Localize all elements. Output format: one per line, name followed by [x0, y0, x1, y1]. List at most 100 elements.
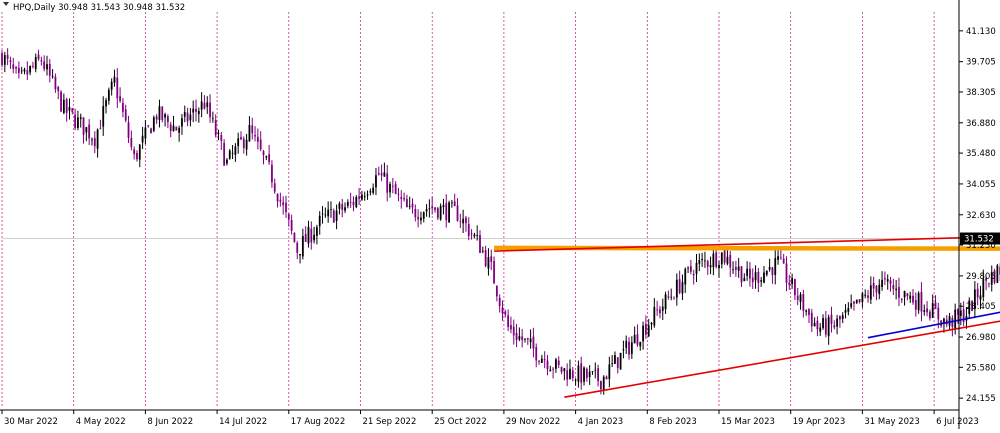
candle-body [661, 306, 664, 311]
candle-body [15, 67, 17, 69]
candle-body [889, 280, 892, 284]
candle-body [813, 322, 816, 327]
candle-body [178, 127, 181, 133]
candle-body [91, 139, 93, 141]
candle-body [898, 287, 900, 298]
candle-body [293, 232, 296, 242]
candle-body [614, 355, 616, 364]
candle-body [397, 193, 400, 195]
candle-body [664, 294, 667, 310]
candle-body [892, 285, 895, 289]
candle-body [495, 285, 498, 297]
candle-body [282, 202, 285, 206]
candle-body [692, 273, 695, 276]
lower-support-line[interactable] [564, 277, 1000, 398]
grid-layer [1, 12, 935, 408]
candle-body [490, 256, 493, 262]
candle-body [855, 299, 858, 303]
price-chart[interactable]: 41.130 39.705 38.305 36.880 35.480 34.055 32.6… [0, 0, 1000, 429]
candle-body [48, 64, 51, 76]
candle-body [996, 265, 999, 283]
candle-body [751, 277, 754, 283]
candle-body [462, 218, 465, 224]
candle-body [279, 199, 282, 202]
candle-body [144, 127, 147, 139]
candle-body [740, 266, 743, 283]
candle-body [549, 369, 552, 372]
candle-body [330, 209, 332, 210]
candle-body [271, 164, 273, 183]
candle-body [9, 60, 12, 63]
candle-body [484, 250, 487, 267]
candle-body [254, 135, 256, 137]
candle-body [391, 185, 394, 187]
candle-body [822, 318, 824, 328]
candle-body [344, 207, 346, 211]
candle-body [583, 367, 585, 382]
candle-body [220, 135, 223, 141]
candle-body [234, 146, 237, 155]
candle-body [183, 112, 186, 117]
candle-body [678, 279, 681, 293]
candle-body [107, 89, 110, 101]
candle-body [186, 112, 189, 122]
candle-body [43, 61, 46, 70]
candles [1, 48, 1000, 395]
candle-body [175, 126, 178, 131]
candle-body [420, 217, 422, 221]
candle-body [439, 206, 442, 220]
candle-body [704, 260, 706, 262]
x-tick-label: 4 May 2022 [76, 417, 126, 427]
candle-body [934, 302, 937, 310]
candle-body [616, 357, 619, 368]
candle-body [358, 196, 360, 199]
candle-body [836, 318, 838, 327]
candle-body [493, 260, 495, 284]
candle-body [375, 175, 377, 188]
candle-body [760, 280, 763, 282]
time-axis[interactable]: 30 Mar 2022 4 May 2022 8 Jun 2022 14 Jul 20… [1, 410, 979, 427]
price-axis[interactable]: 41.130 39.705 38.305 36.880 35.480 34.055 32.6… [959, 27, 996, 404]
candle-body [138, 144, 141, 160]
candle-body [51, 75, 54, 77]
candle-body [976, 288, 979, 298]
candle-body [467, 223, 470, 237]
candle-body [869, 285, 872, 300]
candle-body [211, 118, 214, 120]
candle-body [875, 286, 878, 293]
x-tick-label: 6 Jul 2023 [936, 417, 979, 427]
candle-body [450, 202, 453, 204]
y-tick-label: 38.305 [966, 88, 996, 98]
candle-body [414, 208, 417, 218]
candle-body [456, 205, 459, 221]
candle-body [552, 368, 555, 370]
candle-body [6, 54, 9, 59]
candle-body [161, 106, 164, 121]
candle-body [979, 295, 982, 300]
candle-body [203, 102, 206, 109]
candle-body [847, 307, 850, 312]
chart-canvas[interactable]: 41.130 39.705 38.305 36.880 35.480 34.055 32.6… [0, 0, 1000, 429]
candle-body [555, 359, 557, 369]
candle-body [307, 226, 310, 244]
candle-body [709, 265, 712, 268]
x-tick-label: 17 Aug 2022 [291, 417, 345, 427]
x-tick-label: 31 May 2023 [864, 417, 919, 427]
candle-body [521, 336, 524, 341]
candle-body [546, 360, 549, 370]
candle-body [32, 65, 34, 67]
candle-body [77, 117, 79, 128]
x-tick-label: 14 Jul 2022 [219, 417, 267, 427]
candle-body [656, 309, 659, 311]
candle-body [642, 325, 644, 342]
candle-body [580, 363, 583, 383]
candle-body [841, 315, 844, 319]
candle-body [268, 154, 271, 163]
candle-body [296, 242, 299, 253]
candle-body [746, 268, 749, 276]
candle-body [479, 235, 481, 253]
candle-body [529, 338, 532, 343]
candle-body [701, 259, 704, 261]
candle-body [389, 184, 391, 193]
candle-body [3, 55, 6, 65]
